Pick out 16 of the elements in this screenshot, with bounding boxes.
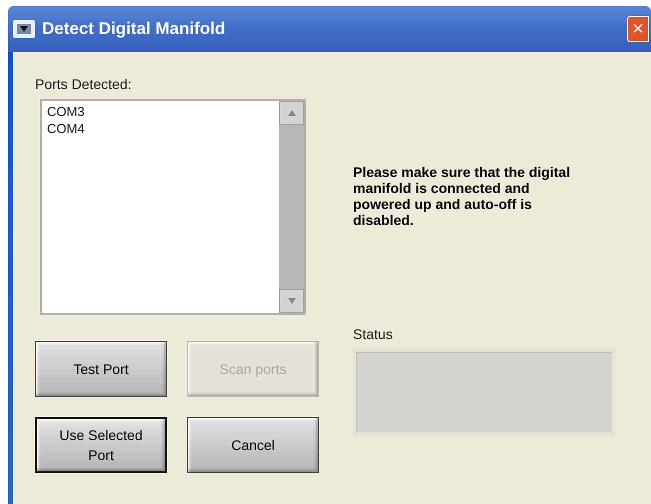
scroll-up-button[interactable] bbox=[279, 101, 304, 125]
window-title: Detect Digital Manifold bbox=[42, 18, 226, 40]
status-label: Status bbox=[353, 325, 394, 344]
up-arrow-icon bbox=[288, 110, 296, 116]
down-arrow-icon bbox=[288, 298, 296, 304]
close-button[interactable]: × bbox=[627, 16, 649, 42]
port-item[interactable]: COM3 bbox=[46, 103, 86, 120]
scroll-down-button[interactable] bbox=[279, 289, 304, 313]
cancel-button[interactable]: Cancel bbox=[187, 417, 319, 473]
manifold-icon bbox=[12, 19, 36, 39]
test-port-button[interactable]: Test Port bbox=[35, 341, 167, 397]
instruction-message: Please make sure that the digital manifold is connected and powered up and auto-off is disabled. bbox=[353, 164, 572, 228]
port-item[interactable]: COM4 bbox=[46, 120, 86, 137]
use-selected-port-button[interactable]: Use Selected Port bbox=[35, 417, 167, 473]
ports-label: Ports Detected: bbox=[35, 75, 132, 94]
scrollbar[interactable] bbox=[279, 101, 304, 313]
